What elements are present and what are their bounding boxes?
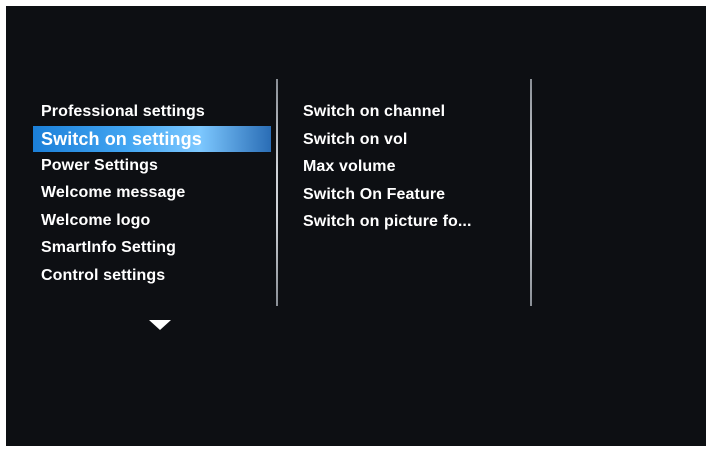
column-divider [276, 79, 278, 306]
submenu-item-switch-on-vol[interactable]: Switch on vol [303, 126, 523, 154]
menu-item-welcome-logo[interactable]: Welcome logo [33, 207, 293, 235]
submenu-item-max-volume[interactable]: Max volume [303, 153, 523, 181]
main-settings-menu: Professional settings Switch on settings… [33, 98, 293, 289]
tv-settings-screen: Professional settings Switch on settings… [6, 6, 706, 446]
menu-item-power-settings[interactable]: Power Settings [33, 152, 293, 180]
menu-item-switch-on-settings[interactable]: Switch on settings [33, 125, 271, 152]
chevron-down-icon[interactable] [149, 320, 171, 330]
submenu-item-switch-on-picture-format[interactable]: Switch on picture fo... [303, 208, 523, 236]
submenu-item-switch-on-channel[interactable]: Switch on channel [303, 98, 523, 126]
menu-item-smartinfo-setting[interactable]: SmartInfo Setting [33, 234, 293, 262]
menu-item-professional-settings[interactable]: Professional settings [33, 98, 293, 126]
sub-settings-menu: Switch on channel Switch on vol Max volu… [303, 98, 523, 236]
menu-item-welcome-message[interactable]: Welcome message [33, 179, 293, 207]
submenu-item-switch-on-feature[interactable]: Switch On Feature [303, 181, 523, 209]
menu-item-control-settings[interactable]: Control settings [33, 262, 293, 290]
column-divider [530, 79, 532, 306]
